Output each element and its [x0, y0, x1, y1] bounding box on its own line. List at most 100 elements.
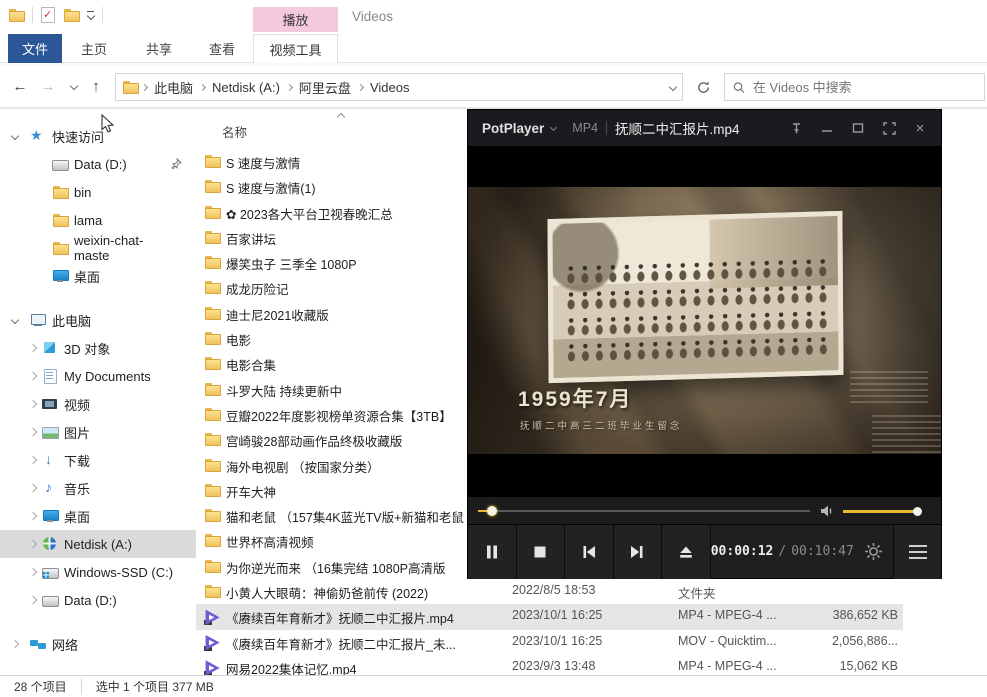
- sidebar-item[interactable]: 桌面: [0, 502, 196, 530]
- sort-ascending-icon[interactable]: [337, 113, 345, 121]
- sidebar-item[interactable]: Netdisk (A:): [0, 530, 196, 558]
- sidebar-section-network[interactable]: 网络: [0, 630, 196, 658]
- folder-icon: [204, 431, 220, 447]
- potplayer-icon: [204, 635, 220, 651]
- recent-locations-chevron-icon[interactable]: [62, 74, 86, 98]
- collapse-chevron-icon[interactable]: [29, 540, 37, 548]
- sidebar-item[interactable]: Data (D:): [0, 150, 196, 178]
- file-row[interactable]: 《赓续百年育新才》抚顺二中汇报片.mp4 2023/10/1 16:25 MP4…: [196, 604, 903, 629]
- breadcrumb-segment[interactable]: Netdisk (A:): [207, 80, 285, 95]
- sidebar-item[interactable]: 3D 对象: [0, 334, 196, 362]
- sidebar-item-label: 桌面: [64, 507, 90, 526]
- collapse-chevron-icon[interactable]: [29, 344, 37, 352]
- playlist-menu-button[interactable]: [893, 525, 941, 579]
- volume-slider[interactable]: [843, 510, 918, 513]
- address-bar[interactable]: 此电脑 Netdisk (A:) 阿里云盘 Videos: [115, 73, 683, 101]
- divider: [606, 121, 607, 135]
- file-name: 爆笑虫子 三季全 1080P: [226, 254, 357, 273]
- sidebar-item[interactable]: weixin-chat-maste: [0, 234, 196, 262]
- sidebar-item[interactable]: 桌面: [0, 262, 196, 290]
- stop-button[interactable]: [517, 525, 566, 579]
- divider: [32, 7, 33, 23]
- back-button[interactable]: ←: [8, 74, 32, 98]
- volume-handle[interactable]: [913, 507, 922, 516]
- column-header-name[interactable]: 名称: [222, 122, 247, 141]
- collapse-chevron-icon[interactable]: [29, 456, 37, 464]
- tab-file[interactable]: 文件: [8, 34, 62, 63]
- pause-button[interactable]: [468, 525, 517, 579]
- file-size: 2,056,886...: [741, 634, 898, 648]
- search-input[interactable]: [753, 80, 976, 95]
- sidebar-item-label: 下载: [64, 451, 90, 470]
- expand-chevron-icon[interactable]: [11, 132, 19, 140]
- potplayer-menu[interactable]: PotPlayer: [482, 121, 544, 136]
- expand-chevron-icon[interactable]: [11, 316, 19, 324]
- sidebar-item[interactable]: 音乐: [0, 474, 196, 502]
- collapse-chevron-icon[interactable]: [11, 640, 19, 648]
- collapse-chevron-icon[interactable]: [29, 484, 37, 492]
- forward-button[interactable]: →: [36, 74, 60, 98]
- file-name: 《赓续百年育新才》抚顺二中汇报片_未...: [226, 634, 456, 653]
- desktop-icon: [52, 268, 68, 284]
- maximize-button[interactable]: [847, 118, 869, 138]
- collapse-chevron-icon[interactable]: [29, 596, 37, 604]
- sidebar-section-quick-access[interactable]: 快速访问: [0, 122, 196, 150]
- settings-gear-icon[interactable]: [854, 525, 894, 578]
- sidebar-item[interactable]: Data (D:): [0, 586, 196, 614]
- folder-icon: [52, 240, 68, 256]
- volume-level: [843, 510, 918, 513]
- seek-handle[interactable]: [487, 506, 497, 516]
- next-button[interactable]: [614, 525, 663, 579]
- refresh-button[interactable]: [690, 75, 716, 99]
- sidebar-item[interactable]: My Documents: [0, 362, 196, 390]
- total-time: 00:10:47: [791, 544, 854, 559]
- tab-home[interactable]: 主页: [68, 34, 120, 63]
- file-name: 斗罗大陆 持续更新中: [226, 381, 342, 400]
- breadcrumb-segment[interactable]: Videos: [365, 80, 415, 95]
- tab-video-tools[interactable]: 视频工具: [253, 34, 338, 64]
- always-on-top-pin-icon[interactable]: [785, 118, 807, 138]
- collapse-chevron-icon[interactable]: [29, 372, 37, 380]
- sidebar-item[interactable]: 图片: [0, 418, 196, 446]
- tab-view[interactable]: 查看: [196, 34, 248, 63]
- close-button[interactable]: ×: [909, 118, 931, 138]
- folder-icon: [204, 279, 220, 295]
- collapse-chevron-icon[interactable]: [29, 428, 37, 436]
- properties-checkmark-icon[interactable]: [41, 7, 55, 23]
- address-dropdown-chevron-icon[interactable]: [669, 83, 677, 91]
- eject-button[interactable]: [662, 525, 711, 579]
- breadcrumb-separator-icon: [286, 83, 293, 90]
- video-tools-play-tab[interactable]: 播放: [253, 7, 338, 32]
- old-class-photo: [547, 211, 843, 383]
- sidebar-item[interactable]: lama: [0, 206, 196, 234]
- fullscreen-button[interactable]: [878, 118, 900, 138]
- new-folder-icon[interactable]: [63, 7, 79, 23]
- file-row[interactable]: 小黄人大眼萌：神偷奶爸前传 (2022) 2022/8/5 18:53 文件夹: [196, 579, 903, 604]
- collapse-chevron-icon[interactable]: [29, 568, 37, 576]
- customize-toolbar-caret-icon[interactable]: [87, 11, 94, 20]
- item-count: 28 个项目: [0, 678, 67, 695]
- folder-icon: [204, 330, 220, 346]
- sidebar-item[interactable]: bin: [0, 178, 196, 206]
- drive-icon: [42, 592, 58, 608]
- search-box[interactable]: [724, 73, 985, 101]
- video-display-area[interactable]: 1959年7月 抚顺二中高三二班毕业生留念: [468, 146, 941, 496]
- volume-icon[interactable]: [820, 504, 836, 521]
- file-row[interactable]: 《赓续百年育新才》抚顺二中汇报片_未... 2023/10/1 16:25 MO…: [196, 630, 903, 655]
- video-icon: [42, 396, 58, 412]
- previous-button[interactable]: [565, 525, 614, 579]
- breadcrumb-segment[interactable]: 阿里云盘: [294, 78, 356, 97]
- minimize-button[interactable]: [816, 118, 838, 138]
- sidebar-item[interactable]: Windows-SSD (C:): [0, 558, 196, 586]
- sidebar-section-this-pc[interactable]: 此电脑: [0, 306, 196, 334]
- sidebar-item[interactable]: 下载: [0, 446, 196, 474]
- collapse-chevron-icon[interactable]: [29, 512, 37, 520]
- up-button[interactable]: ↑: [84, 74, 108, 98]
- collapse-chevron-icon[interactable]: [29, 400, 37, 408]
- potplayer-titlebar[interactable]: PotPlayer MP4 抚顺二中汇报片.mp4 ×: [468, 110, 941, 146]
- sidebar-item[interactable]: 视频: [0, 390, 196, 418]
- seek-bar[interactable]: [478, 510, 810, 512]
- tab-share[interactable]: 共享: [133, 34, 185, 63]
- folder-icon: [204, 507, 220, 523]
- breadcrumb-segment[interactable]: 此电脑: [149, 78, 198, 97]
